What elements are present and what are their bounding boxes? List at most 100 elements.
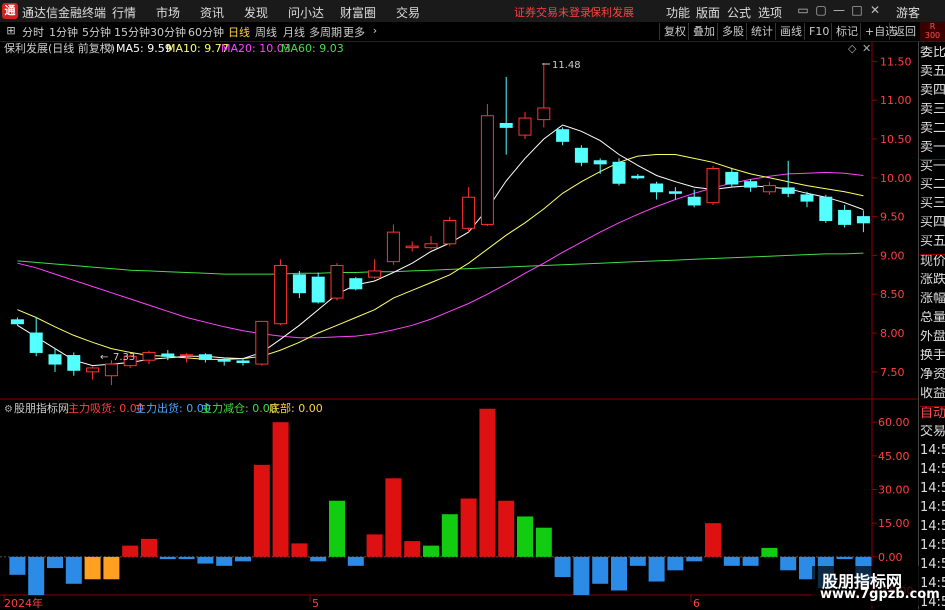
candle bbox=[424, 236, 438, 250]
restore-icon[interactable]: ▭ bbox=[794, 3, 812, 17]
side-item-7[interactable]: 买二 bbox=[920, 178, 945, 192]
toolbar-button-0[interactable]: 复权 bbox=[659, 23, 690, 40]
indicator-bar bbox=[65, 556, 82, 584]
toolbar-button-5[interactable]: F10 bbox=[804, 23, 833, 40]
menu-discover[interactable]: 发现 bbox=[244, 4, 268, 21]
candle-body bbox=[349, 278, 363, 290]
period-tab-2[interactable]: 5分钟 bbox=[82, 24, 111, 40]
side-item-18[interactable]: 收益 bbox=[920, 387, 945, 401]
grid-icon[interactable]: ⊞ bbox=[3, 23, 19, 39]
side-item-17[interactable]: 净资 bbox=[920, 368, 945, 382]
side-item-2[interactable]: 卖四 bbox=[920, 84, 945, 98]
candle-body bbox=[668, 191, 682, 194]
period-tab-4[interactable]: 30分钟 bbox=[150, 24, 186, 40]
toolbar-button-2[interactable]: 多股 bbox=[717, 23, 748, 40]
side-item-8[interactable]: 买三 bbox=[920, 197, 945, 211]
price-axis-label: 9.00 bbox=[880, 249, 905, 262]
period-tab-0[interactable]: 分时 bbox=[22, 24, 44, 40]
indicator-bar bbox=[441, 514, 458, 557]
side-item-11[interactable]: 现价 bbox=[920, 254, 945, 269]
side-item-12[interactable]: 涨跌 bbox=[920, 273, 945, 287]
side-item-4[interactable]: 卖二 bbox=[920, 122, 945, 136]
login-notice[interactable]: 证券交易未登录 bbox=[514, 4, 591, 20]
period-tab-1[interactable]: 1分钟 bbox=[49, 24, 78, 40]
side-item-16[interactable]: 换手 bbox=[920, 349, 945, 363]
sub-item-colon: : bbox=[179, 402, 186, 415]
candle bbox=[781, 160, 795, 198]
candle-body bbox=[499, 122, 513, 128]
candle bbox=[480, 104, 494, 226]
menu-quotes[interactable]: 行情 bbox=[112, 4, 136, 21]
period-tab-3[interactable]: 15分钟 bbox=[114, 24, 150, 40]
window-icon[interactable]: ▢ bbox=[812, 3, 830, 17]
menu-market[interactable]: 市场 bbox=[156, 4, 180, 21]
side-item-26[interactable]: 14:56 bbox=[920, 539, 945, 553]
candle-body bbox=[274, 265, 288, 325]
toolbar-button-4[interactable]: 画线 bbox=[775, 23, 806, 40]
side-item-13[interactable]: 涨幅 bbox=[920, 292, 945, 306]
period-tab-10[interactable]: 更多 bbox=[343, 24, 365, 40]
price-axis-label: 10.00 bbox=[880, 172, 912, 185]
side-item-24[interactable]: 14:56 bbox=[920, 501, 945, 515]
sub-settings-icon[interactable]: ⚙ bbox=[4, 404, 13, 415]
period-tab-6[interactable]: 日线 bbox=[228, 24, 250, 40]
candle-body bbox=[781, 187, 795, 194]
toolbar-button-6[interactable]: 标记 bbox=[831, 23, 862, 40]
indicator-bar bbox=[742, 556, 759, 566]
candle-body bbox=[631, 175, 645, 179]
menu-trade[interactable]: 交易 bbox=[396, 4, 420, 21]
indicator-bar bbox=[216, 556, 233, 566]
period-tab-5[interactable]: 60分钟 bbox=[188, 24, 224, 40]
side-item-1[interactable]: 卖五 bbox=[920, 65, 945, 79]
indicator-bar bbox=[159, 556, 176, 560]
side-item-3[interactable]: 卖三 bbox=[920, 103, 945, 117]
side-item-14[interactable]: 总量 bbox=[920, 311, 945, 325]
settings-icon[interactable]: ⚙ bbox=[104, 42, 114, 55]
close-panel-icon[interactable]: ✕ bbox=[862, 42, 871, 55]
side-item-10[interactable]: 买五 bbox=[920, 235, 945, 249]
side-item-25[interactable]: 14:56 bbox=[920, 520, 945, 534]
guest-label[interactable]: 游客 bbox=[896, 4, 920, 21]
menu-wealth-circle[interactable]: 财富圈 bbox=[340, 4, 376, 21]
maximize-icon[interactable]: □ bbox=[848, 3, 866, 17]
candle-body bbox=[443, 220, 457, 245]
menu-ask[interactable]: 问小达 bbox=[288, 4, 324, 21]
period-tab-9[interactable]: 多周期 bbox=[309, 24, 342, 40]
side-item-0[interactable]: 委比 bbox=[920, 46, 945, 60]
candle bbox=[86, 366, 100, 380]
sub-axis-label: 45.00 bbox=[878, 450, 910, 463]
ma20-line bbox=[17, 171, 864, 339]
toolbar-button-3[interactable]: 统计 bbox=[746, 23, 777, 40]
side-item-27[interactable]: 14:56 bbox=[920, 558, 945, 572]
r-badge[interactable]: R 300 bbox=[920, 22, 945, 41]
side-item-6[interactable]: 买一 bbox=[920, 159, 945, 174]
side-item-5[interactable]: 卖一 bbox=[920, 141, 945, 155]
candle-body bbox=[574, 147, 588, 163]
candle-body bbox=[462, 196, 476, 229]
side-item-23[interactable]: 14:56 bbox=[920, 482, 945, 496]
chart-area[interactable]: 11.50 11.00 10.50 10.00 9.50 9.00 8.50 8.00 7.50… bbox=[0, 42, 918, 609]
expand-icon[interactable]: ◇ bbox=[848, 42, 857, 55]
menu-options[interactable]: 选项 bbox=[758, 4, 782, 21]
price-axis-label: 8.00 bbox=[880, 327, 905, 340]
period-tab-7[interactable]: 周线 bbox=[255, 24, 277, 40]
date-axis-label: 2024年 bbox=[4, 596, 43, 609]
period-tab-8[interactable]: 月线 bbox=[283, 24, 305, 40]
r-badge-bottom: 300 bbox=[924, 31, 941, 40]
side-item-22[interactable]: 14:56 bbox=[920, 463, 945, 477]
menu-layout[interactable]: 版面 bbox=[696, 4, 720, 21]
minimize-icon[interactable]: — bbox=[830, 3, 848, 17]
toolbar-button-8[interactable]: 返回 bbox=[889, 23, 920, 40]
close-icon[interactable]: ✕ bbox=[866, 3, 884, 17]
menu-functions[interactable]: 功能 bbox=[666, 4, 690, 21]
menu-formula[interactable]: 公式 bbox=[727, 4, 751, 21]
candle-body bbox=[67, 355, 81, 371]
side-item-9[interactable]: 买四 bbox=[920, 216, 945, 230]
side-item-20[interactable]: 交易 bbox=[920, 425, 945, 439]
side-item-19[interactable]: 自动 bbox=[920, 406, 945, 421]
side-item-15[interactable]: 外盘 bbox=[920, 330, 945, 344]
toolbar-button-1[interactable]: 叠加 bbox=[688, 23, 719, 40]
side-item-21[interactable]: 14:56 bbox=[920, 444, 945, 458]
menu-news[interactable]: 资讯 bbox=[200, 4, 224, 21]
chevron-right-icon[interactable]: › bbox=[367, 23, 383, 39]
